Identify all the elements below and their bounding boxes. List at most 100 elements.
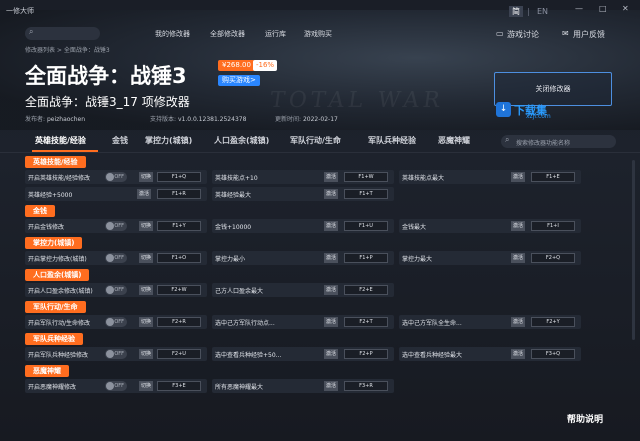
hotkey-field[interactable]: F1+W [344, 172, 388, 182]
cheat-label: 掌控力最大 [402, 256, 433, 263]
hotkey-field[interactable]: F3+E [157, 381, 201, 391]
cheat-label: 开启人口盈余修改(城镇) [28, 288, 93, 295]
publisher-info: 发布者: peizhaochen [25, 116, 86, 123]
hotkey-field[interactable]: F2+W [157, 285, 201, 295]
hotkey-field[interactable]: F1+O [157, 253, 201, 263]
cheat-item: 掌控力最大 激活 F2+Q [399, 251, 581, 265]
nav-runtime[interactable]: 运行库 [265, 29, 286, 39]
cheat-action-button[interactable]: 激活 [324, 285, 339, 295]
cheat-action-button[interactable]: 切换 [139, 285, 154, 295]
cheat-action-button[interactable]: 激活 [511, 253, 526, 263]
category-header: 金钱 [25, 205, 55, 217]
cheat-action-button[interactable]: 激活 [324, 317, 339, 327]
mail-icon: ✉ [562, 29, 569, 38]
cheat-toggle[interactable]: OFF [105, 172, 127, 182]
cheat-action-button[interactable]: 激活 [324, 253, 339, 263]
hotkey-field[interactable]: F1+Q [157, 172, 201, 182]
app-title: 一修大师 [6, 7, 34, 15]
cheat-action-button[interactable]: 激活 [324, 189, 339, 199]
cheat-action-button[interactable]: 激活 [511, 317, 526, 327]
cheat-item: 选中己方军队行动点... 激活 F2+T [212, 315, 394, 329]
cheat-label: 开启恶魔神耀修改 [28, 384, 77, 391]
category-header: 英雄技能/经验 [25, 156, 86, 168]
tab-demon[interactable]: 恶魔神耀 [438, 135, 470, 146]
hotkey-field[interactable]: F1+P [344, 253, 388, 263]
cheat-action-button[interactable]: 激活 [324, 221, 339, 231]
hotkey-field[interactable]: F2+T [344, 317, 388, 327]
hotkey-field[interactable]: F1+T [344, 189, 388, 199]
category-header: 军队兵种经验 [25, 333, 83, 345]
cheat-action-button[interactable]: 激活 [324, 381, 339, 391]
cheat-action-button[interactable]: 激活 [324, 172, 339, 182]
cheat-item: 选中查看兵种经验最大 激活 F3+Q [399, 347, 581, 361]
close-trainer-button[interactable]: 关闭修改器 [494, 72, 612, 106]
hotkey-field[interactable]: F2+E [344, 285, 388, 295]
scrollbar-thumb[interactable] [632, 160, 635, 340]
cheat-item: 己方人口盈余最大 激活 F2+E [212, 283, 394, 297]
tab-army-exp[interactable]: 军队兵种经验 [368, 135, 416, 146]
discuss-link[interactable]: 游戏讨论 [507, 29, 539, 40]
hotkey-field[interactable]: F2+Q [531, 253, 575, 263]
nav-all-trainers[interactable]: 全部修改器 [210, 29, 245, 39]
tab-control[interactable]: 掌控力(城镇) [145, 135, 192, 146]
cheat-toggle[interactable]: OFF [105, 253, 127, 263]
cheat-label: 选中查看兵种经验最大 [402, 352, 463, 359]
trainer-window: TOTAL WAR 一修大师 简 | EN — □ ✕ ⌕ 我的修改器 全部修改… [0, 0, 640, 441]
cheat-toggle[interactable]: OFF [105, 381, 127, 391]
cheat-toggle[interactable]: OFF [105, 317, 127, 327]
cheat-item: 英雄技能点+10 激活 F1+W [212, 170, 394, 184]
hotkey-field[interactable]: F1+R [157, 189, 201, 199]
help-button[interactable]: 帮助说明 [567, 412, 603, 425]
nav-game-shop[interactable]: 游戏购买 [304, 29, 332, 39]
hotkey-field[interactable]: F3+Q [531, 349, 575, 359]
global-search-input[interactable]: ⌕ [25, 27, 100, 40]
cheat-action-button[interactable]: 激活 [324, 349, 339, 359]
close-icon[interactable]: ✕ [622, 4, 629, 13]
cheat-action-button[interactable]: 切换 [139, 253, 154, 263]
category-header: 人口盈余(城镇) [25, 269, 90, 281]
lang-cn-toggle[interactable]: 简 [509, 6, 523, 17]
updated-info: 更新时间: 2022-02-17 [275, 116, 338, 123]
hotkey-field[interactable]: F1+E [531, 172, 575, 182]
minimize-icon[interactable]: — [575, 4, 583, 13]
feature-search-input[interactable]: ⌕ 搜索修改器功能名称 [501, 135, 616, 148]
cheat-action-button[interactable]: 激活 [511, 172, 526, 182]
download-logo-icon: ↓ [496, 102, 511, 117]
hotkey-field[interactable]: F2+R [157, 317, 201, 327]
cheat-action-button[interactable]: 切换 [139, 349, 154, 359]
cheat-toggle[interactable]: OFF [105, 285, 127, 295]
active-tab-indicator [32, 150, 98, 152]
breadcrumb[interactable]: 修改器列表 > 全面战争：战锤3 [25, 45, 110, 54]
lang-separator: | [527, 7, 530, 16]
search-icon: ⌕ [29, 27, 34, 36]
cheat-toggle[interactable]: OFF [105, 349, 127, 359]
cheat-action-button[interactable]: 切换 [139, 172, 154, 182]
tab-money[interactable]: 金钱 [112, 135, 128, 146]
cheat-item: 开启英雄技能/经验修改 OFF 切换 F1+Q [25, 170, 207, 184]
maximize-icon[interactable]: □ [599, 4, 607, 13]
cheat-label: 选中己方军队全生命... [402, 320, 462, 327]
cheat-action-button[interactable]: 激活 [511, 349, 526, 359]
feedback-link[interactable]: 用户反馈 [573, 29, 605, 40]
hotkey-field[interactable]: F1+I [531, 221, 575, 231]
cheat-action-button[interactable]: 激活 [137, 189, 152, 199]
nav-my-trainers[interactable]: 我的修改器 [155, 29, 190, 39]
cheat-action-button[interactable]: 激活 [511, 221, 526, 231]
cheat-action-button[interactable]: 切换 [139, 381, 154, 391]
cheat-action-button[interactable]: 切换 [139, 221, 154, 231]
hotkey-field[interactable]: F2+P [344, 349, 388, 359]
cheat-action-button[interactable]: 切换 [139, 317, 154, 327]
tab-population[interactable]: 人口盈余(城镇) [214, 135, 269, 146]
lang-en-toggle[interactable]: EN [537, 7, 548, 16]
buy-game-button[interactable]: 购买游戏> [218, 75, 260, 86]
hotkey-field[interactable]: F1+Y [157, 221, 201, 231]
hotkey-field[interactable]: F1+U [344, 221, 388, 231]
cheat-label: 选中己方军队行动点... [215, 320, 275, 327]
hotkey-field[interactable]: F2+U [157, 349, 201, 359]
hotkey-field[interactable]: F3+R [344, 381, 388, 391]
cheat-toggle[interactable]: OFF [105, 221, 127, 231]
hotkey-field[interactable]: F2+Y [531, 317, 575, 327]
tab-hero[interactable]: 英雄技能/经验 [35, 135, 86, 146]
cheat-item: 开启人口盈余修改(城镇) OFF 切换 F2+W [25, 283, 207, 297]
tab-army-action[interactable]: 军队行动/生命 [290, 135, 341, 146]
